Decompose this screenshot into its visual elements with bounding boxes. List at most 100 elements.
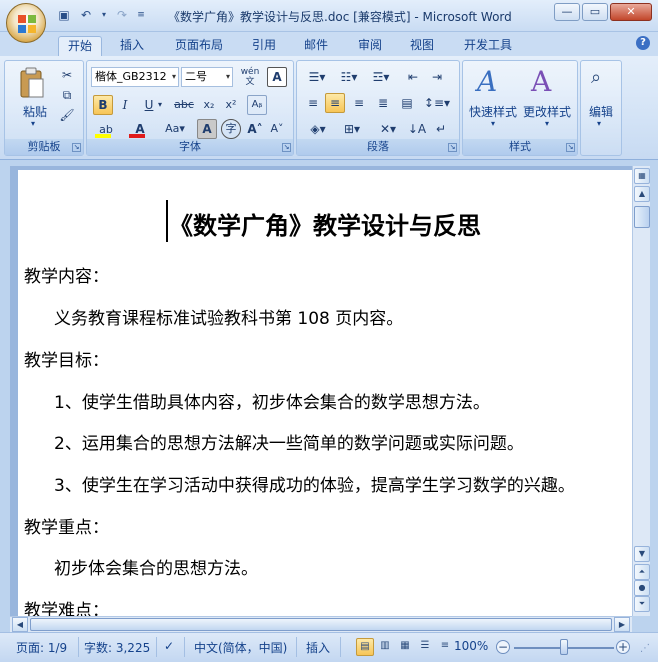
justify-icon[interactable]: ≣: [373, 93, 393, 113]
quick-styles-label[interactable]: 快速样式: [469, 103, 517, 120]
change-case-button[interactable]: Aa▾: [161, 119, 189, 139]
insert-mode-indicator[interactable]: 插入: [306, 639, 330, 656]
superscript-button[interactable]: x²: [221, 95, 241, 115]
horizontal-scrollbar[interactable]: ◀ ▶: [10, 616, 632, 632]
resize-grip-icon[interactable]: ⋰: [640, 643, 650, 654]
enclose-characters-icon[interactable]: 字: [221, 119, 241, 139]
distributed-icon[interactable]: ▤: [397, 93, 417, 113]
show-marks-icon[interactable]: ↵: [431, 119, 451, 139]
character-shading-icon[interactable]: A: [197, 119, 217, 139]
quick-styles-icon[interactable]: A: [477, 65, 497, 98]
character-border-icon[interactable]: A: [267, 67, 287, 87]
tab-view[interactable]: 视图: [402, 36, 442, 56]
copy-icon[interactable]: ⧉: [57, 85, 77, 105]
tab-developer[interactable]: 开发工具: [456, 36, 520, 56]
subscript-button[interactable]: x₂: [199, 95, 219, 115]
chevron-down-icon[interactable]: ▾: [597, 119, 601, 128]
previous-page-icon[interactable]: ⏶: [634, 564, 650, 580]
customize-qat-icon[interactable]: ≡: [136, 7, 146, 23]
web-layout-icon[interactable]: ▦: [396, 638, 414, 656]
undo-icon[interactable]: ↶: [78, 7, 94, 23]
scroll-thumb[interactable]: [634, 206, 650, 228]
document-title: 《数学广角》教学设计与反思: [169, 212, 481, 240]
scroll-down-icon[interactable]: ▼: [634, 546, 650, 562]
vertical-scrollbar[interactable]: ▦ ▲ ▼ ⏶ ● ⏷: [632, 166, 650, 616]
format-painter-icon[interactable]: 🖌: [57, 105, 77, 125]
borders-icon[interactable]: ⊞▾: [337, 119, 367, 139]
numbering-icon[interactable]: ☷▾: [335, 67, 363, 87]
bullets-icon[interactable]: ☰▾: [303, 67, 331, 87]
font-launcher-icon[interactable]: ↘: [282, 143, 291, 152]
zoom-out-icon[interactable]: −: [496, 640, 510, 654]
clear-formatting-icon[interactable]: Aᵦ: [247, 95, 267, 115]
undo-dropdown-icon[interactable]: ▾: [100, 7, 108, 23]
outline-view-icon[interactable]: ☰: [416, 638, 434, 656]
zoom-slider-thumb[interactable]: [560, 639, 568, 655]
document-page[interactable]: 《数学广角》教学设计与反思 教学内容： 义务教育课程标准试验教科书第 108 页…: [18, 170, 632, 616]
chevron-down-icon[interactable]: ▾: [545, 119, 549, 128]
paste-icon[interactable]: [19, 67, 45, 101]
highlight-button[interactable]: ab: [93, 119, 119, 139]
multilevel-list-icon[interactable]: ☲▾: [367, 67, 395, 87]
ruler-toggle-icon[interactable]: ▦: [634, 168, 650, 184]
shading-icon[interactable]: ◈▾: [303, 119, 333, 139]
word-count[interactable]: 字数: 3,225: [84, 639, 150, 656]
cut-icon[interactable]: ✂: [57, 65, 77, 85]
language-indicator[interactable]: 中文(简体，中国): [194, 639, 287, 656]
shrink-font-icon[interactable]: A˅: [267, 119, 287, 139]
page-count[interactable]: 页面: 1/9: [16, 639, 67, 656]
align-right-icon[interactable]: ≡: [349, 93, 369, 113]
tab-home[interactable]: 开始: [58, 36, 102, 56]
full-screen-reading-icon[interactable]: ▥: [376, 638, 394, 656]
browse-object-icon[interactable]: ●: [634, 580, 650, 596]
grow-font-icon[interactable]: A˄: [245, 119, 265, 139]
paragraph-launcher-icon[interactable]: ↘: [448, 143, 457, 152]
office-button[interactable]: [6, 3, 46, 43]
chinese-layout-icon[interactable]: ✕▾: [373, 119, 403, 139]
restore-button[interactable]: ▭: [582, 3, 608, 21]
paste-label[interactable]: 粘贴: [23, 103, 47, 120]
change-styles-icon[interactable]: A: [531, 65, 551, 98]
sort-icon[interactable]: ↓A: [407, 119, 427, 139]
align-left-icon[interactable]: ≡: [303, 93, 323, 113]
scroll-left-icon[interactable]: ◀: [12, 617, 28, 632]
change-styles-label[interactable]: 更改样式: [523, 103, 571, 120]
close-button[interactable]: ✕: [610, 3, 652, 21]
bold-button[interactable]: B: [93, 95, 113, 115]
scroll-up-icon[interactable]: ▲: [634, 186, 650, 202]
phonetic-guide-button[interactable]: wén 文: [239, 67, 261, 87]
save-icon[interactable]: ▣: [56, 7, 72, 23]
line-spacing-icon[interactable]: ↕≡▾: [423, 93, 451, 113]
italic-button[interactable]: I: [115, 95, 135, 115]
chevron-down-icon[interactable]: ▾: [491, 119, 495, 128]
proofing-icon[interactable]: ✓: [164, 639, 174, 653]
font-name-combo[interactable]: 楷体_GB2312 ▾: [91, 67, 179, 87]
zoom-level[interactable]: 100%: [454, 639, 488, 653]
tab-mailings[interactable]: 邮件: [296, 36, 336, 56]
font-color-button[interactable]: A: [127, 119, 153, 139]
clipboard-launcher-icon[interactable]: ↘: [72, 143, 81, 152]
tab-references[interactable]: 引用: [244, 36, 284, 56]
underline-dropdown-icon[interactable]: ▾: [155, 95, 165, 115]
editing-label[interactable]: 编辑: [589, 103, 613, 120]
styles-launcher-icon[interactable]: ↘: [566, 143, 575, 152]
binoculars-icon[interactable]: ⌕: [591, 67, 601, 88]
scroll-right-icon[interactable]: ▶: [614, 617, 630, 632]
increase-indent-icon[interactable]: ⇥: [427, 67, 447, 87]
next-page-icon[interactable]: ⏷: [634, 596, 650, 612]
strikethrough-button[interactable]: abc: [171, 95, 197, 115]
tab-page-layout[interactable]: 页面布局: [164, 36, 234, 56]
horizontal-scroll-thumb[interactable]: [30, 618, 612, 631]
decrease-indent-icon[interactable]: ⇤: [403, 67, 423, 87]
help-icon[interactable]: ?: [636, 36, 650, 50]
draft-view-icon[interactable]: ≡: [436, 638, 454, 656]
redo-icon[interactable]: ↷: [114, 7, 130, 23]
print-layout-view-icon[interactable]: ▤: [356, 638, 374, 656]
align-center-icon[interactable]: ≡: [325, 93, 345, 113]
tab-review[interactable]: 审阅: [350, 36, 390, 56]
font-size-combo[interactable]: 二号 ▾: [181, 67, 233, 87]
zoom-in-icon[interactable]: +: [616, 640, 630, 654]
tab-insert[interactable]: 插入: [112, 36, 152, 56]
minimize-button[interactable]: —: [554, 3, 580, 21]
paste-dropdown-icon[interactable]: ▾: [31, 119, 35, 128]
